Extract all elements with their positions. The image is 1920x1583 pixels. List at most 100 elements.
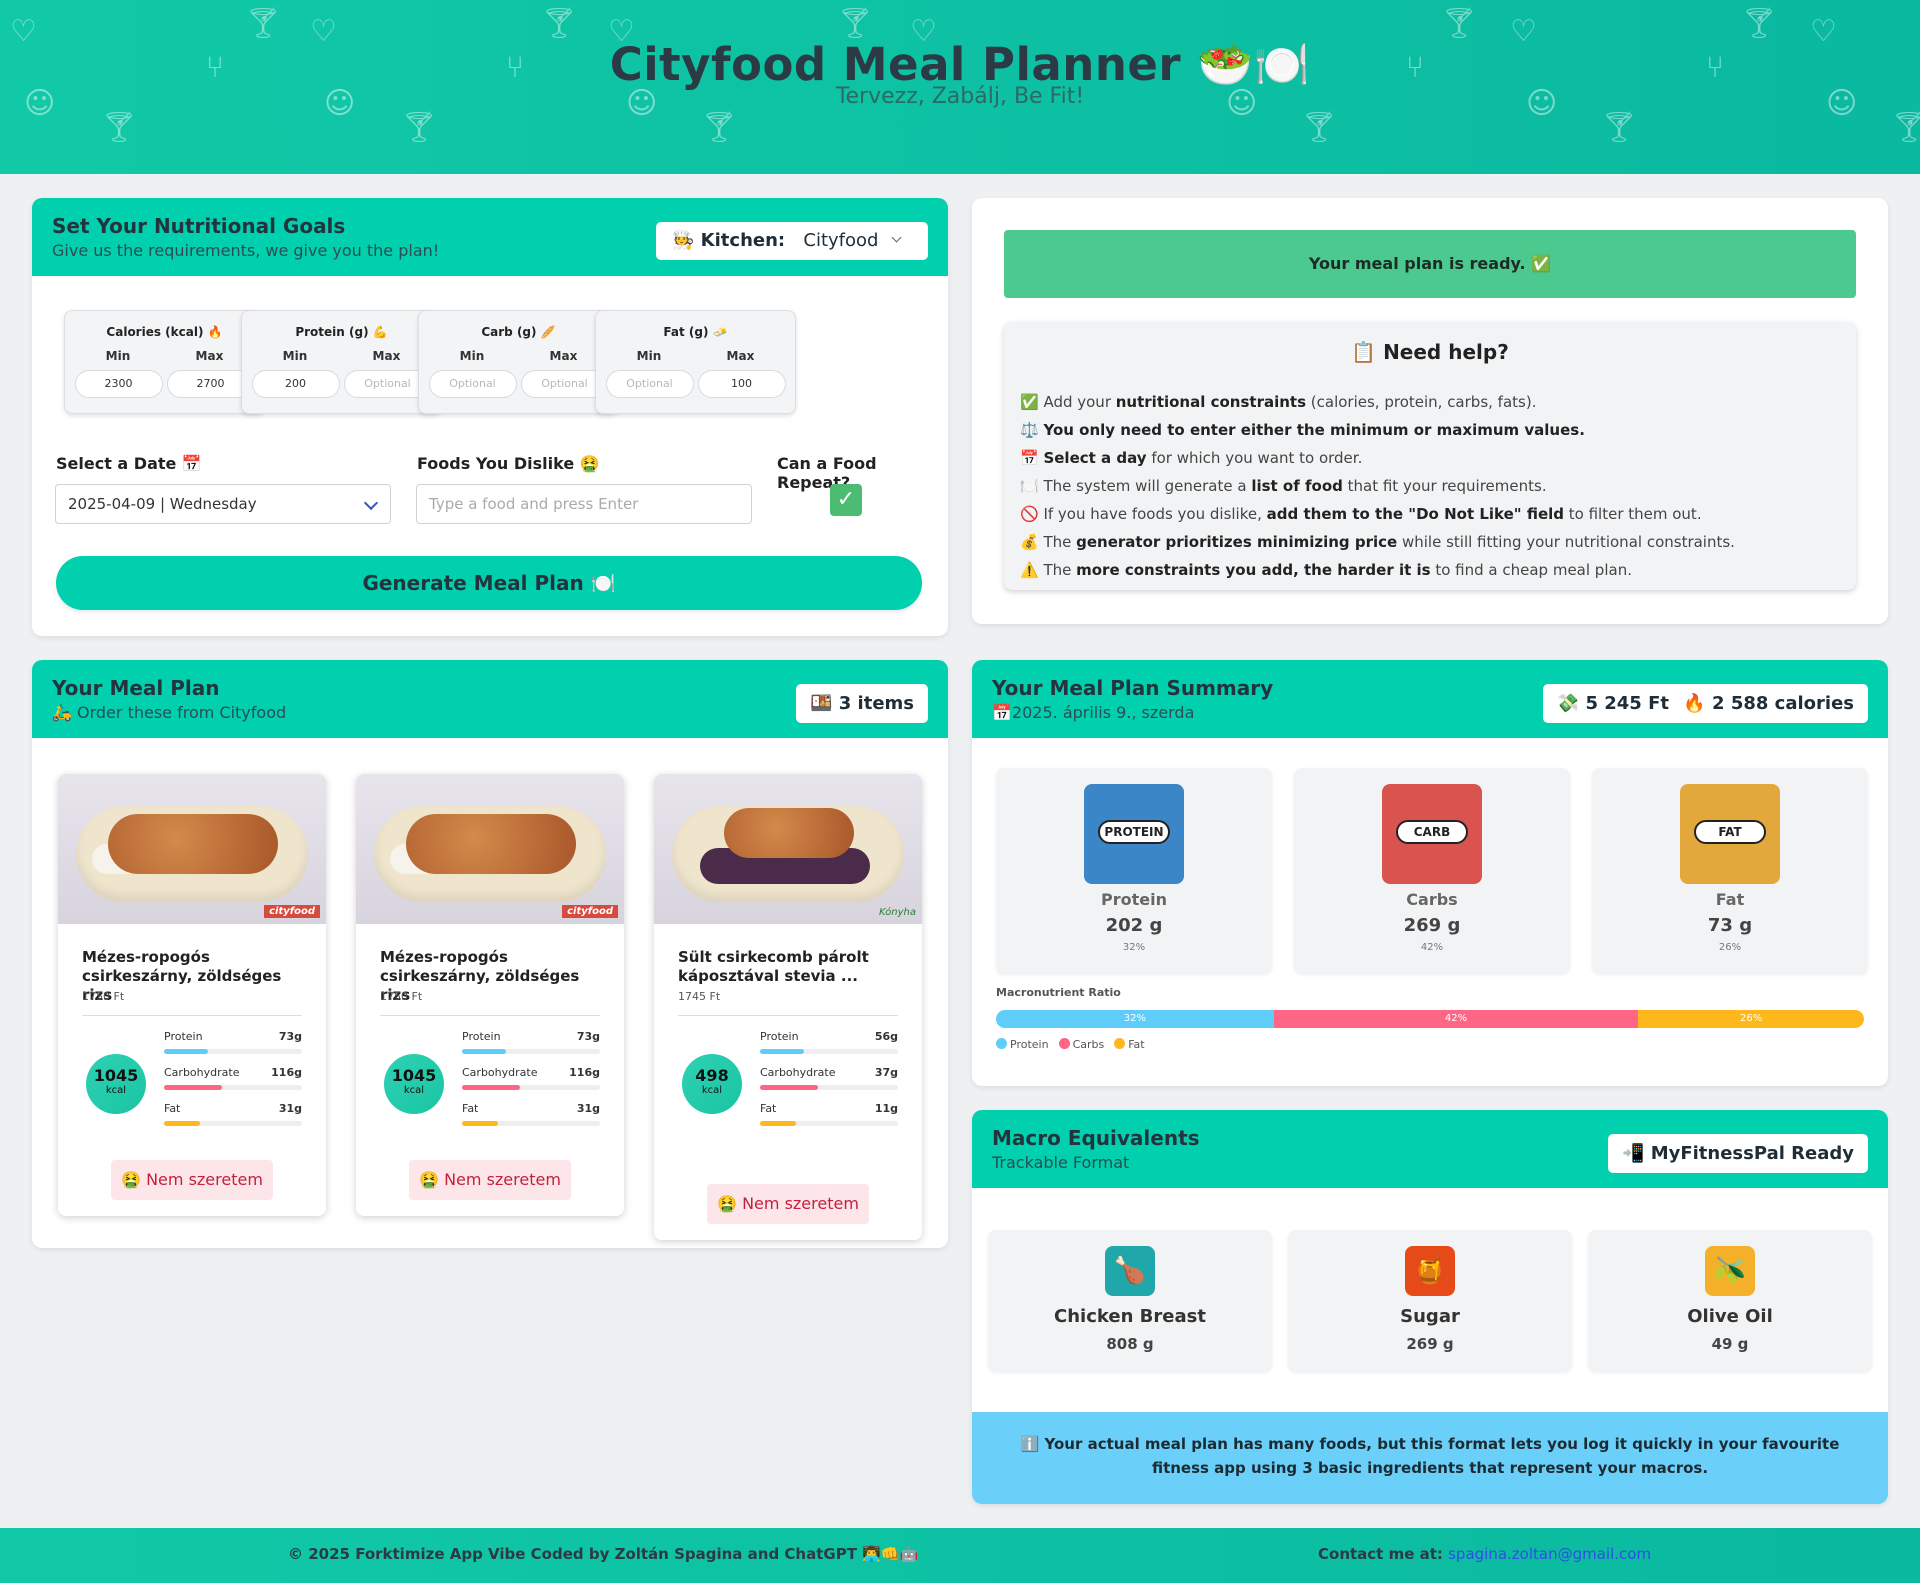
- macro-name: Carbohydrate: [760, 1066, 836, 1079]
- dislike-button[interactable]: 🤮 Nem szeretem: [707, 1184, 869, 1224]
- meal-price: 1750 Ft: [82, 990, 125, 1003]
- chicken-leg: [724, 808, 854, 858]
- chicken-wings: [406, 814, 576, 874]
- dislike-input[interactable]: Type a food and press Enter: [416, 484, 752, 524]
- olive-oil-icon: 🫒: [1705, 1246, 1755, 1296]
- macro-goal-label: Carb (g) 🥖: [481, 325, 556, 339]
- help-card: Your meal plan is ready. ✅ 📋 Need help? …: [972, 198, 1888, 624]
- macro-bar-fill: [760, 1049, 805, 1054]
- ratio-label: Macronutrient Ratio: [996, 986, 1121, 999]
- sugar-icon: 🍯: [1405, 1246, 1455, 1296]
- header-banner: ♡ ☺ 🍸︎ ⑂ 🍸︎ ♡ ☺ 🍸︎ ⑂ 🍸︎ ♡ ☺ 🍸︎ 🍸︎ ♡ ☺ 🍸︎…: [0, 0, 1920, 174]
- macro-ratio-bar: 32% 42% 26%: [996, 1010, 1864, 1028]
- cocktail-icon: 🍸︎: [244, 6, 283, 41]
- macro-bar-fill: [164, 1085, 222, 1090]
- meal-nutrition: 498 kcal Protein 56g Carbohydrate 37g Fat 11g: [654, 1016, 922, 1126]
- macro-goal-box: Calories (kcal) 🔥 Min Max 2300 2700: [64, 310, 265, 414]
- min-input[interactable]: 2300: [74, 370, 163, 398]
- macro-bar-fill: [462, 1049, 507, 1054]
- meal-image: Kónyha: [654, 774, 922, 924]
- macro-bar-track: [462, 1085, 600, 1090]
- macro-bar-row: Fat 31g: [164, 1102, 302, 1138]
- macro-bars: Protein 56g Carbohydrate 37g Fat 11g: [760, 1030, 898, 1138]
- kcal-unit: kcal: [701, 1085, 723, 1096]
- macro-bar-track: [760, 1049, 898, 1054]
- macro-bar-row: Fat 31g: [462, 1102, 600, 1138]
- equivalent-value: 269 g: [1406, 1335, 1454, 1353]
- meal-name: Mézes-ropogós csirkeszárny, zöldséges ri…: [380, 948, 580, 1004]
- meal-name: Sült csirkecomb párolt káposztával stevi…: [678, 948, 869, 985]
- meal-name: Mézes-ropogós csirkeszárny, zöldséges ri…: [82, 948, 282, 1004]
- summary-header: Your Meal Plan Summary 📅2025. április 9.…: [972, 660, 1888, 738]
- macro-name: Fat: [164, 1102, 181, 1115]
- dislike-button[interactable]: 🤮 Nem szeretem: [409, 1160, 571, 1200]
- macro-bar-fill: [164, 1049, 209, 1054]
- macro-bar-labels: Protein 73g: [462, 1030, 600, 1043]
- meal-plan-header: Your Meal Plan 🛵 Order these from Cityfo…: [32, 660, 948, 738]
- carbs-icon: CARB: [1382, 784, 1482, 884]
- cocktail-icon: 🍸︎: [1440, 6, 1479, 41]
- repeat-label: Can a Food Repeat?: [777, 454, 877, 492]
- meal-image: cityfood: [58, 774, 326, 924]
- kitchen-select[interactable]: 🧑‍🍳 Kitchen: Cityfood: [656, 222, 928, 260]
- repeat-checkbox[interactable]: ✓: [830, 484, 862, 516]
- equivalents-header: Macro Equivalents Trackable Format 📲 MyF…: [972, 1110, 1888, 1188]
- stat-label: Carbs: [1406, 890, 1458, 909]
- generate-meal-plan-button[interactable]: Generate Meal Plan 🍽️: [56, 556, 922, 610]
- macro-bar-row: Carbohydrate 37g: [760, 1066, 898, 1102]
- cocktail-icon: 🍸︎: [1890, 110, 1920, 145]
- macro-amount: 73g: [278, 1030, 302, 1043]
- footer-contact: Contact me at: spagina.zoltan@gmail.com: [1318, 1545, 1651, 1563]
- meal-price: 1750 Ft: [380, 990, 423, 1003]
- footer-copyright: © 2025 Forktimize App Vibe Coded by Zolt…: [288, 1545, 919, 1563]
- stat-percent: 26%: [1718, 942, 1742, 953]
- stat-value: 269 g: [1403, 915, 1461, 936]
- macro-goal-box: Fat (g) 🧈 Min Max Optional 100: [595, 310, 796, 414]
- macro-bar-row: Carbohydrate 116g: [164, 1066, 302, 1102]
- min-max-inputs: 2300 2700: [65, 370, 264, 398]
- macro-bar-fill: [462, 1085, 520, 1090]
- stat-percent: 32%: [1122, 942, 1146, 953]
- macro-bar-fill: [760, 1121, 796, 1126]
- contact-email-link[interactable]: spagina.zoltan@gmail.com: [1448, 1545, 1651, 1563]
- dislike-button[interactable]: 🤮 Nem szeretem: [111, 1160, 273, 1200]
- help-item: 💰 The generator prioritizes minimizing p…: [1020, 533, 1735, 551]
- help-title: 📋 Need help?: [1351, 340, 1509, 364]
- macro-bar-labels: Fat 11g: [760, 1102, 898, 1115]
- stat-value: 202 g: [1105, 915, 1163, 936]
- min-input[interactable]: Optional: [428, 370, 517, 398]
- summary-card: Your Meal Plan Summary 📅2025. április 9.…: [972, 660, 1888, 1086]
- min-input[interactable]: Optional: [605, 370, 694, 398]
- brand-logo: cityfood: [562, 905, 618, 918]
- kitchen-label: 🧑‍🍳 Kitchen:: [672, 230, 786, 251]
- icon-label: PROTEIN: [1098, 820, 1170, 844]
- help-item: 🍽️ The system will generate a list of fo…: [1020, 477, 1547, 495]
- kcal-circle: 498 kcal: [682, 1054, 742, 1114]
- help-list: ✅ Add your nutritional constraints (calo…: [1020, 388, 1856, 584]
- max-label: Max: [549, 349, 578, 363]
- date-select[interactable]: 2025-04-09 | Wednesday: [55, 484, 391, 524]
- min-input[interactable]: 200: [251, 370, 340, 398]
- max-input[interactable]: 100: [697, 370, 786, 398]
- stat-percent: 42%: [1420, 942, 1444, 953]
- legend-item: Protein: [996, 1038, 1049, 1051]
- equivalent-item: 🫒 Olive Oil 49 g: [1588, 1230, 1872, 1372]
- fat-icon: FAT: [1680, 784, 1780, 884]
- macro-name: Protein: [760, 1030, 799, 1043]
- macro-stat-protein: PROTEIN Protein 202 g 32%: [996, 768, 1272, 974]
- macro-goal-box: Carb (g) 🥖 Min Max Optional Optional: [418, 310, 619, 414]
- cocktail-icon: 🍸︎: [400, 110, 439, 145]
- macro-equivalents-card: Macro Equivalents Trackable Format 📲 MyF…: [972, 1110, 1888, 1504]
- min-label: Min: [636, 349, 662, 363]
- macro-bar-track: [462, 1121, 600, 1126]
- footer: © 2025 Forktimize App Vibe Coded by Zolt…: [0, 1528, 1920, 1583]
- macro-bar-fill: [164, 1121, 200, 1126]
- nutritional-goals-card: Set Your Nutritional Goals Give us the r…: [32, 198, 948, 636]
- equivalent-item: 🍯 Sugar 269 g: [1288, 1230, 1572, 1372]
- help-item: ⚖️ You only need to enter either the min…: [1020, 421, 1585, 439]
- date-value: 2025-04-09 | Wednesday: [68, 495, 257, 513]
- legend-label: Protein: [1010, 1038, 1049, 1051]
- min-label: Min: [459, 349, 485, 363]
- equivalent-name: Chicken Breast: [1054, 1306, 1206, 1327]
- max-label: Max: [195, 349, 224, 363]
